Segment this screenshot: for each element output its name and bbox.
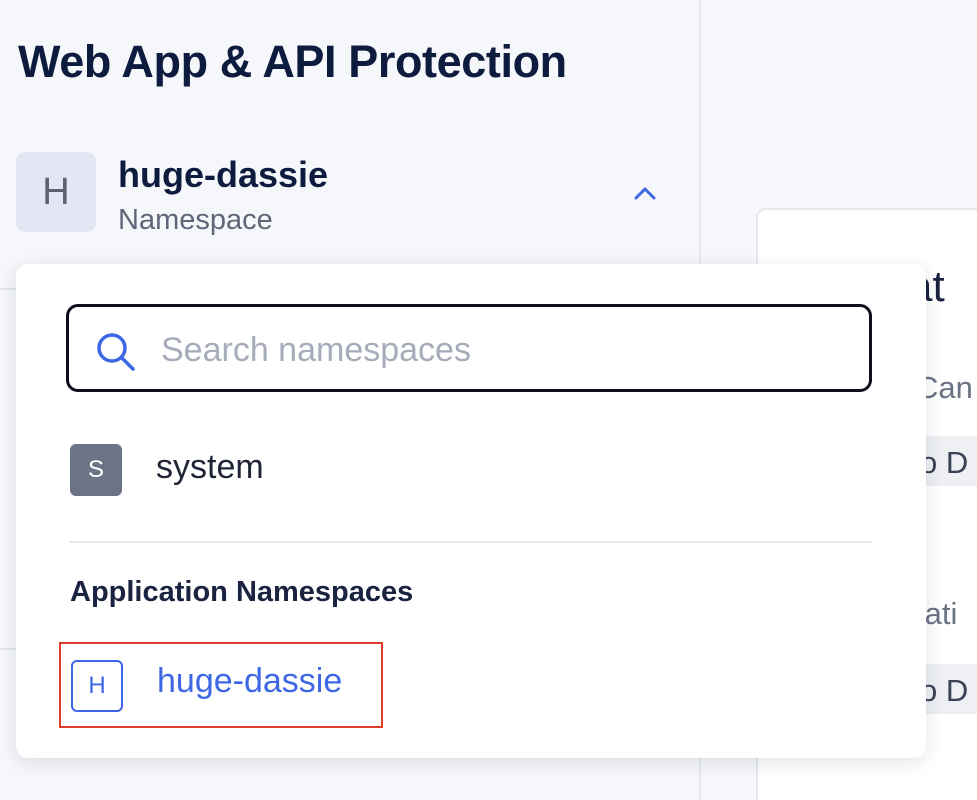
search-icon [97, 333, 135, 371]
app-root: Web App & API Protection H huge-dassie N… [0, 0, 977, 800]
namespace-item-system[interactable]: S system [70, 444, 870, 498]
namespace-item-huge-dassie[interactable]: H huge-dassie [59, 642, 383, 728]
namespace-name: huge-dassie [118, 154, 329, 195]
system-badge: S [70, 444, 122, 496]
namespace-type-label: Namespace [118, 204, 273, 236]
search-box[interactable] [66, 304, 872, 392]
card-chip-text: o D [920, 445, 969, 480]
namespace-dropdown: S system Application Namespaces H huge-d… [16, 264, 926, 758]
chevron-up-icon[interactable] [628, 176, 662, 210]
search-input[interactable] [159, 321, 853, 379]
namespace-selector[interactable]: H huge-dassie Namespace [16, 152, 676, 236]
namespace-item-label: huge-dassie [157, 662, 343, 700]
namespace-badge: H [71, 660, 123, 712]
dropdown-divider [70, 541, 872, 543]
card-chip-text: o D [920, 673, 969, 708]
app-title: Web App & API Protection [18, 36, 567, 87]
section-heading: Application Namespaces [70, 576, 414, 608]
namespace-item-label: system [156, 448, 264, 486]
namespace-avatar: H [16, 152, 96, 232]
